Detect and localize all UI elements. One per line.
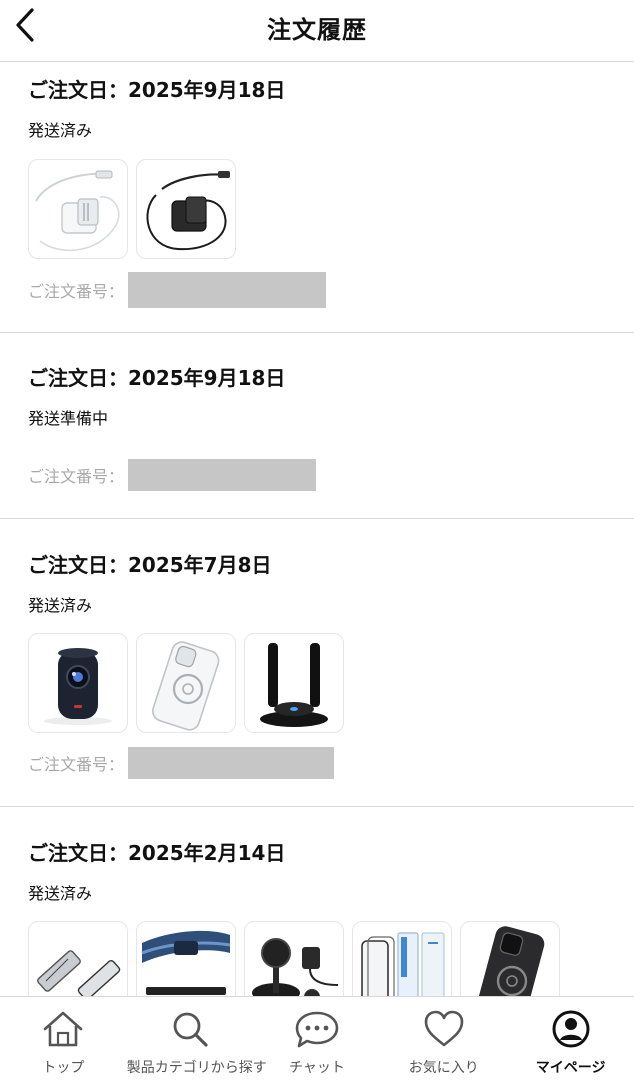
home-icon [44,1011,83,1047]
product-thumbnail[interactable] [136,633,236,733]
tab-chat[interactable]: チャット [254,997,381,1080]
product-thumbnail[interactable] [136,921,236,996]
tab-label: チャット [289,1060,345,1076]
order-date: ご注文日：2025年7月8日 [28,553,272,577]
order-status: 発送済み [28,884,93,903]
redacted-order-number [128,459,317,491]
phone-stand-icon [37,950,121,996]
screen-protector-icon [361,932,445,996]
product-thumbnail[interactable] [28,159,128,259]
order-number: ご注文番号： [28,457,317,493]
tab-my-page[interactable]: マイページ [507,997,634,1080]
tab-label: お気に入り [408,1060,479,1076]
product-thumbnail[interactable] [28,633,128,733]
charging-stand-icon [252,938,339,996]
order-number-label: ご注文番号： [28,282,125,301]
order-date: ご注文日：2025年9月18日 [28,78,286,102]
blue-strap-icon [141,930,231,995]
chat-icon [295,1011,339,1048]
product-thumbnails [28,159,236,259]
product-thumbnail[interactable] [244,921,344,996]
tab-label: 製品カテゴリから探す [126,1060,267,1076]
page-title: 注文履歴 [267,16,367,44]
order-card[interactable]: ご注文日：2025年9月18日 発送済み ご注文番号： [0,62,634,333]
product-thumbnail[interactable] [136,159,236,259]
heart-icon [424,1010,464,1047]
order-number-label: ご注文番号： [28,755,125,774]
product-thumbnail[interactable] [352,921,452,996]
black-phone-case-icon [476,926,545,996]
tab-top[interactable]: トップ [0,997,127,1080]
tab-favorites[interactable]: お気に入り [380,997,507,1080]
order-number: ご注文番号： [28,272,327,308]
bottom-tab-bar: トップ 製品カテゴリから探す チャット お気に入り マイページ [0,996,634,1080]
search-icon [173,1012,208,1047]
order-number-label: ご注文番号： [28,467,125,486]
redacted-order-number [128,272,327,308]
order-card[interactable]: ご注文日：2025年7月8日 発送済み ご注文番号： [0,519,634,807]
order-status: 発送準備中 [28,409,109,428]
black-charger-icon [146,171,230,251]
tab-product-category[interactable]: 製品カテゴリから探す [126,997,267,1080]
order-number: ご注文番号： [28,745,335,781]
order-status: 発送済み [28,596,93,615]
product-thumbnails [28,921,560,996]
account-icon [552,1010,590,1048]
clear-phone-case-icon [151,641,220,731]
order-date: ご注文日：2025年2月14日 [28,841,286,865]
product-thumbnail[interactable] [460,921,560,996]
order-card[interactable]: ご注文日：2025年2月14日 発送済み [0,807,634,996]
order-list[interactable]: ご注文日：2025年9月18日 発送済み ご注文番号： ご注文日：2025年9月… [0,62,634,996]
order-status: 発送済み [28,121,93,140]
projector-icon [44,648,112,725]
product-thumbnails [28,633,344,733]
antenna-stand-icon [260,643,328,727]
order-card[interactable]: ご注文日：2025年9月18日 発送準備中 ご注文番号： [0,333,634,519]
tab-label: マイページ [535,1060,606,1076]
white-charger-icon [35,170,120,252]
tab-label: トップ [42,1060,85,1076]
order-date: ご注文日：2025年9月18日 [28,366,286,390]
product-thumbnail[interactable] [244,633,344,733]
header: 注文履歴 [0,0,634,62]
product-thumbnail[interactable] [28,921,128,996]
redacted-order-number [128,747,335,779]
